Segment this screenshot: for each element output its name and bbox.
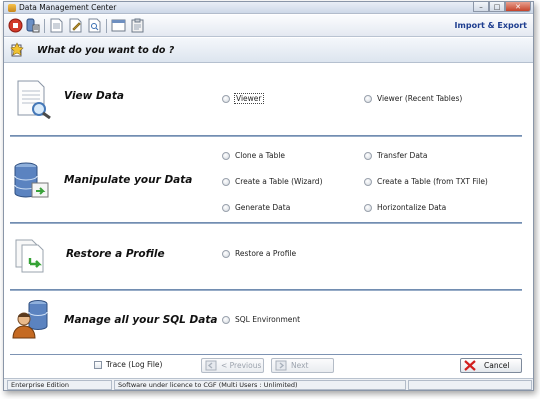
radio-button[interactable] <box>364 94 372 103</box>
import-export-link[interactable]: Import & Export <box>455 21 527 30</box>
database-settings-icon[interactable] <box>25 18 40 33</box>
option-horizontalize-data[interactable]: Horizontalize Data <box>364 203 446 212</box>
cancel-button[interactable]: Cancel <box>460 358 522 373</box>
option-label: Clone a Table <box>235 151 286 160</box>
wizard-icon <box>10 42 24 57</box>
documents-arrow-icon <box>15 239 44 273</box>
close-button[interactable]: ✕ <box>505 2 531 12</box>
radio-button[interactable] <box>222 94 230 103</box>
window-title: Data Management Center <box>19 3 117 12</box>
option-viewer[interactable]: Viewer <box>222 93 264 104</box>
next-icon <box>275 360 287 371</box>
document-magnifier-icon <box>17 80 51 119</box>
toolbar: Import & Export <box>4 15 533 37</box>
toolbar-separator <box>44 19 45 33</box>
status-bar: Enterprise Edition Software under licenc… <box>4 378 533 390</box>
question-bar: What do you want to do ? <box>4 38 533 63</box>
edit-document-icon[interactable] <box>68 18 83 33</box>
question-heading: What do you want to do ? <box>37 45 175 56</box>
radio-button[interactable] <box>364 177 372 186</box>
radio-button[interactable] <box>222 177 230 186</box>
section-divider <box>10 135 522 137</box>
option-clone-table[interactable]: Clone a Table <box>222 151 285 160</box>
window-controls: – □ ✕ <box>473 2 531 13</box>
option-label: Create a Table (from TXT File) <box>377 177 488 186</box>
option-label: Generate Data <box>235 203 291 212</box>
section-divider <box>10 222 522 224</box>
option-viewer-recent-tables[interactable]: Viewer (Recent Tables) <box>364 94 462 103</box>
section-title-manage-sql: Manage all your SQL Data <box>64 314 218 326</box>
option-restore-profile[interactable]: Restore a Profile <box>222 249 296 258</box>
maximize-button[interactable]: □ <box>489 2 505 12</box>
stop-icon[interactable] <box>8 18 23 33</box>
document-search-icon[interactable] <box>87 18 102 33</box>
section-divider <box>10 289 522 291</box>
previous-icon <box>205 360 217 371</box>
option-label: Horizontalize Data <box>377 203 447 212</box>
radio-button[interactable] <box>364 151 372 160</box>
option-label: Transfer Data <box>377 151 428 160</box>
trace-option[interactable]: Trace (Log File) <box>94 360 162 369</box>
radio-button[interactable] <box>364 203 372 212</box>
section-title-view-data: View Data <box>64 90 124 102</box>
section-title-restore-profile: Restore a Profile <box>66 248 165 260</box>
radio-button[interactable] <box>222 315 230 324</box>
option-label: Create a Table (Wizard) <box>235 177 323 186</box>
option-label: SQL Environment <box>235 315 301 324</box>
radio-button[interactable] <box>222 151 230 160</box>
next-button[interactable]: Next <box>271 358 334 373</box>
clipboard-icon[interactable] <box>130 18 145 33</box>
new-document-icon[interactable] <box>49 18 64 33</box>
status-empty <box>408 380 532 390</box>
next-label: Next <box>291 361 309 370</box>
option-create-table-wizard[interactable]: Create a Table (Wizard) <box>222 177 323 186</box>
option-create-table-txt[interactable]: Create a Table (from TXT File) <box>364 177 488 186</box>
option-label: Viewer (Recent Tables) <box>377 94 463 103</box>
option-transfer-data[interactable]: Transfer Data <box>364 151 427 160</box>
minimize-button[interactable]: – <box>473 2 489 12</box>
app-icon <box>8 4 16 12</box>
previous-label: < Previous <box>221 361 262 370</box>
option-sql-environment[interactable]: SQL Environment <box>222 315 300 324</box>
main-window: Data Management Center – □ ✕ Import & Ex… <box>3 1 534 391</box>
trace-label: Trace (Log File) <box>106 360 163 369</box>
status-edition: Enterprise Edition <box>7 380 112 390</box>
user-database-icon <box>12 300 48 339</box>
trace-checkbox[interactable] <box>94 360 102 369</box>
radio-button[interactable] <box>222 249 230 258</box>
title-bar: Data Management Center – □ ✕ <box>4 2 533 14</box>
footer-divider <box>10 354 522 355</box>
status-licence: Software under licence to CGF (Multi Use… <box>114 380 406 390</box>
cancel-label: Cancel <box>484 361 510 370</box>
radio-button[interactable] <box>222 203 230 212</box>
option-label: Viewer <box>234 93 264 104</box>
database-arrow-icon <box>14 162 49 198</box>
option-generate-data[interactable]: Generate Data <box>222 203 290 212</box>
option-label: Restore a Profile <box>235 249 297 258</box>
toolbar-separator <box>106 19 107 33</box>
window-icon[interactable] <box>111 18 126 33</box>
previous-button[interactable]: < Previous <box>201 358 264 373</box>
section-title-manipulate-data: Manipulate your Data <box>64 174 193 186</box>
cancel-x-icon <box>464 360 476 371</box>
